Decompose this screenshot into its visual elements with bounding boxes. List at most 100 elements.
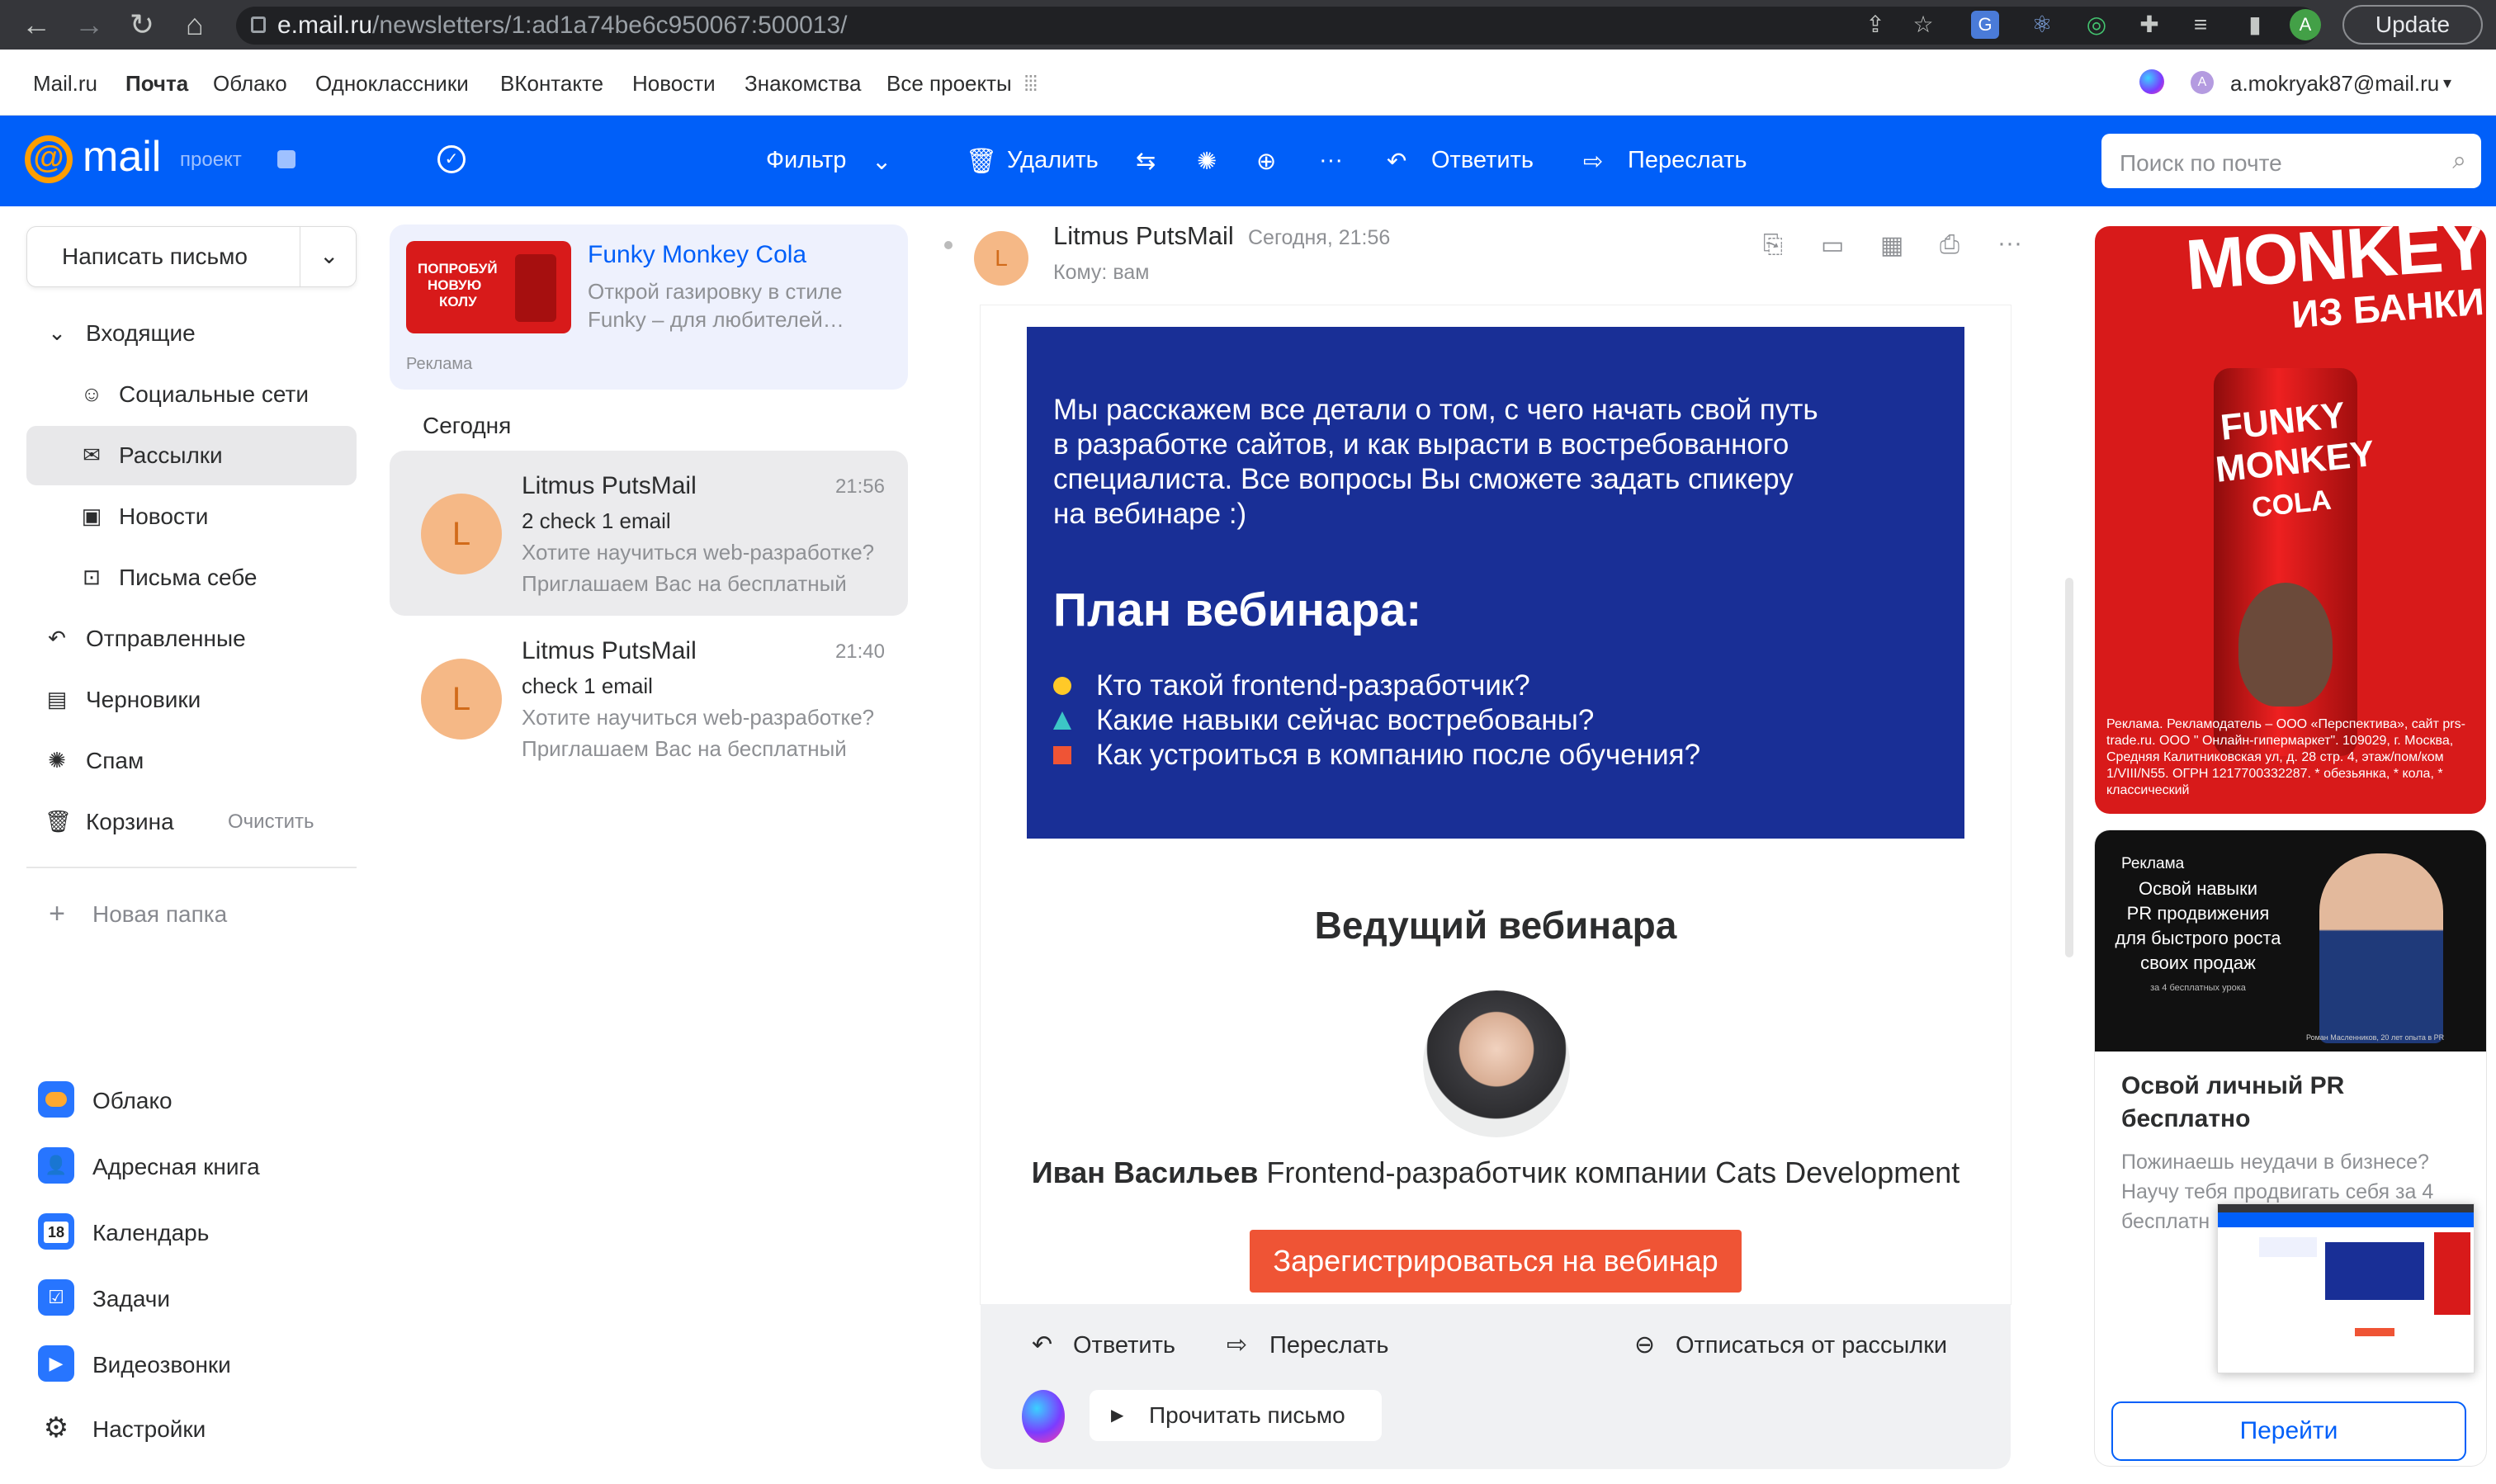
list-ad-title[interactable]: Funky Monkey Cola — [588, 241, 806, 269]
unsubscribe-button[interactable]: Отписаться от рассылки — [1676, 1332, 1947, 1359]
folder-spam[interactable]: ✺ Спам — [26, 731, 357, 791]
list-ad-label: Реклама — [406, 355, 473, 373]
forward-icon[interactable]: → — [73, 7, 106, 42]
folder-social[interactable]: ☺ Социальные сети — [26, 365, 357, 424]
folder-drafts[interactable]: ▤ Черновики — [26, 670, 357, 730]
extensions-puzzle-icon[interactable]: ✚ — [2133, 8, 2166, 41]
search-input[interactable]: Поиск по почте ⌕ — [2101, 134, 2481, 188]
share-icon[interactable]: ⇪ — [1859, 8, 1892, 41]
profile-avatar[interactable]: A — [2290, 9, 2321, 40]
mail-logo-icon[interactable]: @ — [25, 135, 73, 183]
reader-bottom-bar: ↶ Ответить ⇨ Переслать ⊖ Отписаться от р… — [981, 1304, 2011, 1469]
bookmark-star-icon[interactable]: ☆ — [1907, 8, 1940, 41]
trash-clear-button[interactable]: Очистить — [228, 792, 314, 852]
bookmark-icon[interactable]: ⎘ — [1763, 231, 1783, 259]
unsubscribe-icon[interactable]: ⊖ — [1634, 1330, 1655, 1359]
bottom-reply-icon[interactable]: ↶ — [1032, 1330, 1052, 1359]
reader-scrollbar[interactable] — [2065, 578, 2073, 957]
message-row[interactable]: L Litmus PutsMail 21:56 2 check 1 email … — [390, 451, 908, 616]
reply-icon[interactable]: ↶ — [1387, 147, 1406, 176]
sidebar-divider — [26, 867, 357, 868]
cola-can-image: FUNKY MONKEY COLA — [2214, 368, 2376, 756]
move-icon[interactable]: ⇆ — [1136, 147, 1156, 176]
portal-link-dating[interactable]: Знакомства — [745, 71, 861, 97]
search-icon[interactable]: ⌕ — [2452, 147, 2466, 175]
side-panel-icon[interactable]: ▮ — [2238, 8, 2271, 41]
back-icon[interactable]: ← — [20, 7, 53, 42]
select-all-icon[interactable]: ✓ — [437, 145, 466, 173]
list-ad-card[interactable]: ПОПРОБУЙ НОВУЮ КОЛУ Funky Monkey Cola От… — [390, 224, 908, 390]
more-icon[interactable]: ··· — [1319, 147, 1343, 174]
right-ad-cola[interactable]: MONKEY ИЗ БАНКИ FUNKY MONKEY COLA Реклам… — [2095, 226, 2486, 814]
new-folder-button[interactable]: + Новая папка — [26, 885, 357, 944]
portal-link-cloud[interactable]: Облако — [213, 71, 287, 97]
extension-circle-icon[interactable]: ◎ — [2080, 8, 2113, 41]
bottom-forward-icon[interactable]: ⇨ — [1227, 1330, 1247, 1359]
plan-item-text: Какие навыки сейчас востребованы? — [1096, 704, 1595, 736]
trash-icon[interactable]: 🗑 — [966, 147, 997, 176]
apps-grid-icon[interactable]: ⁞⁞⁞ — [1023, 71, 1038, 97]
folder-trash[interactable]: 🗑 Корзина Очистить — [26, 792, 357, 852]
calendar-icon[interactable]: ▦ — [1880, 231, 1903, 260]
compose-chevron-icon[interactable]: ⌄ — [319, 242, 338, 269]
sender-avatar: L — [421, 494, 502, 574]
folder-sent[interactable]: ↶ Отправленные — [26, 609, 357, 669]
register-button[interactable]: Зарегистрироваться на вебинар — [1250, 1230, 1742, 1293]
intro-line: Мы расскажем все детали о том, с чего на… — [1053, 394, 1818, 426]
assistant-orb-icon[interactable] — [2139, 69, 2164, 94]
folder-inbox[interactable]: ⌄ Входящие — [26, 304, 357, 363]
compose-button[interactable]: Написать письмо ⌄ — [26, 226, 357, 287]
portal-link-mailru[interactable]: Mail.ru — [33, 71, 97, 97]
filter-chevron-icon[interactable]: ⌄ — [872, 147, 891, 176]
message-row[interactable]: L Litmus PutsMail 21:40 check 1 email Хо… — [390, 616, 908, 781]
archive-icon[interactable]: ⊕ — [1256, 147, 1276, 176]
account-email[interactable]: a.mokryak87@mail.ru — [2230, 71, 2439, 97]
address-bar[interactable]: e.mail.ru/newsletters/1:ad1a74be6c950067… — [236, 7, 2319, 45]
spam-icon[interactable]: ✺ — [1197, 147, 1217, 176]
cola-can-icon — [515, 254, 556, 322]
unread-dot-icon[interactable] — [944, 241, 953, 249]
portal-link-vk[interactable]: ВКонтакте — [500, 71, 603, 97]
portal-link-ok[interactable]: Одноклассники — [315, 71, 469, 97]
more-actions-icon[interactable]: ··· — [1997, 229, 2022, 258]
forward-button[interactable]: Переслать — [1628, 147, 1747, 174]
print-icon[interactable]: ⎙ — [1940, 231, 1959, 259]
reply-button[interactable]: Ответить — [1431, 147, 1534, 174]
collapse-chevron-icon[interactable]: ⌄ — [45, 320, 69, 345]
portal-link-all-projects[interactable]: Все проекты — [886, 71, 1012, 97]
reader-from[interactable]: Litmus PutsMail — [1053, 221, 1234, 251]
message-time: 21:56 — [834, 475, 885, 498]
ad2-go-button[interactable]: Перейти — [2111, 1401, 2466, 1461]
video-call-icon[interactable]: ▭ — [1821, 231, 1844, 260]
read-aloud-button[interactable]: ▶ Прочитать письмо — [1090, 1390, 1382, 1441]
logo-sub-text: проект — [180, 149, 242, 171]
folder-news[interactable]: ▣ Новости — [26, 487, 357, 546]
lock-icon — [251, 17, 266, 33]
host-photo — [1423, 990, 1570, 1137]
react-extension-icon[interactable]: ⚛ — [2026, 8, 2059, 41]
account-chevron-icon[interactable]: ▾ — [2443, 73, 2451, 93]
calendar-day: 18 — [44, 1222, 69, 1243]
reading-list-icon[interactable]: ≡ — [2184, 8, 2217, 41]
screenshot-thumbnail[interactable] — [2217, 1203, 2475, 1373]
delete-button[interactable]: Удалить — [1007, 147, 1099, 174]
filter-button[interactable]: Фильтр — [766, 147, 846, 174]
bottom-forward-button[interactable]: Переслать — [1269, 1332, 1389, 1359]
folder-self[interactable]: ⊡ Письма себе — [26, 548, 357, 607]
url-path: /newsletters/1:ad1a74be6c950067:500013/ — [372, 12, 848, 39]
account-avatar[interactable]: A — [2191, 71, 2214, 94]
home-icon[interactable]: ⌂ — [178, 7, 211, 42]
translate-extension-icon[interactable]: G — [1971, 11, 1999, 39]
app-video-label: Видеозвонки — [92, 1352, 231, 1378]
portal-link-mail[interactable]: Почта — [125, 71, 188, 97]
forward-icon[interactable]: ⇨ — [1583, 147, 1603, 176]
portal-link-news[interactable]: Новости — [632, 71, 716, 97]
bottom-reply-button[interactable]: Ответить — [1073, 1332, 1175, 1359]
reader-avatar: L — [974, 231, 1028, 286]
update-button[interactable]: Update — [2342, 5, 2483, 45]
assistant-orb-icon[interactable] — [1022, 1390, 1065, 1443]
reload-icon[interactable]: ↻ — [125, 7, 158, 42]
mail-logo-text[interactable]: mail — [83, 132, 161, 182]
banner-line: Освой навыки — [2139, 878, 2257, 899]
folder-newsletters[interactable]: ✉ Рассылки — [26, 426, 357, 485]
